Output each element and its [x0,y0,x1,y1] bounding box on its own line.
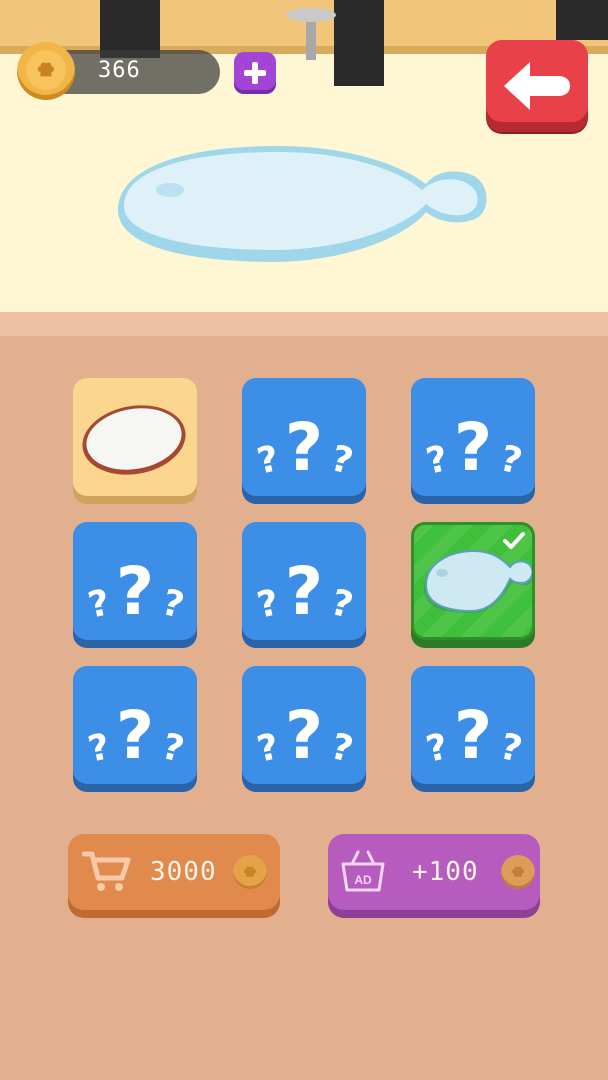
svg-text:?: ? [116,697,154,774]
table-leg [556,0,608,40]
question-marks-icon: ? ? ? [254,697,357,774]
back-button[interactable] [486,40,588,132]
svg-text:?: ? [496,438,526,483]
plate-tile-locked[interactable]: ? ? ? [73,522,197,648]
fish-plate-preview [118,146,487,262]
svg-text:?: ? [285,553,323,630]
svg-text:?: ? [327,726,357,771]
pizza-plate-icon [82,405,186,475]
table-leg [334,0,384,86]
svg-text:?: ? [496,726,526,771]
plate-tile-locked[interactable]: ? ? ? [242,522,366,648]
svg-text:?: ? [158,582,188,627]
buy-price: 3000 [150,857,217,887]
coin-count: 366 [98,58,141,83]
svg-text:?: ? [254,582,283,626]
svg-text:?: ? [116,553,154,630]
svg-text:?: ? [423,438,452,482]
plate-tile-locked[interactable]: ? ? ? [242,666,366,792]
coin-icon [500,855,535,889]
svg-text:?: ? [158,726,188,771]
stool-top [286,8,336,22]
buy-random-button[interactable]: 3000 [68,834,280,918]
back-arrow-icon [504,62,570,110]
plate-tile-locked[interactable]: ? ? ? [411,378,535,504]
cart-icon [82,851,131,891]
ad-reward: +100 [412,857,479,887]
svg-text:?: ? [454,697,492,774]
svg-text:?: ? [285,409,323,486]
chef-hat-coin-icon [17,42,75,100]
svg-text:?: ? [254,726,283,770]
add-coins-button[interactable] [234,52,276,94]
svg-text:?: ? [85,726,114,770]
svg-text:?: ? [327,438,357,483]
svg-text:AD: AD [354,873,372,887]
coin-icon [232,855,267,889]
plate-tile-locked[interactable]: ? ? ? [73,666,197,792]
question-marks-icon: ? ? ? [254,409,357,486]
question-marks-icon: ? ? ? [423,409,526,486]
scene-divider [0,312,608,336]
ad-basket-icon: AD [341,850,385,892]
svg-text:?: ? [423,726,452,770]
stool-pole [306,20,316,60]
svg-text:?: ? [454,409,492,486]
plate-tile-owned[interactable] [73,378,197,504]
svg-text:?: ? [327,582,357,627]
plus-icon [244,62,266,84]
svg-text:?: ? [285,697,323,774]
question-marks-icon: ? ? ? [85,697,188,774]
kitchen-scene: 366 [0,0,608,312]
plate-tile-selected[interactable] [411,522,535,648]
plate-tile-locked[interactable]: ? ? ? [411,666,535,792]
watch-ad-button[interactable]: AD +100 [328,834,540,918]
question-marks-icon: ? ? ? [423,697,526,774]
svg-text:?: ? [254,438,283,482]
checkmark-icon [503,532,525,549]
question-marks-icon: ? ? ? [254,553,357,630]
svg-text:?: ? [85,582,114,626]
plate-tile-locked[interactable]: ? ? ? [242,378,366,504]
question-marks-icon: ? ? ? [85,553,188,630]
